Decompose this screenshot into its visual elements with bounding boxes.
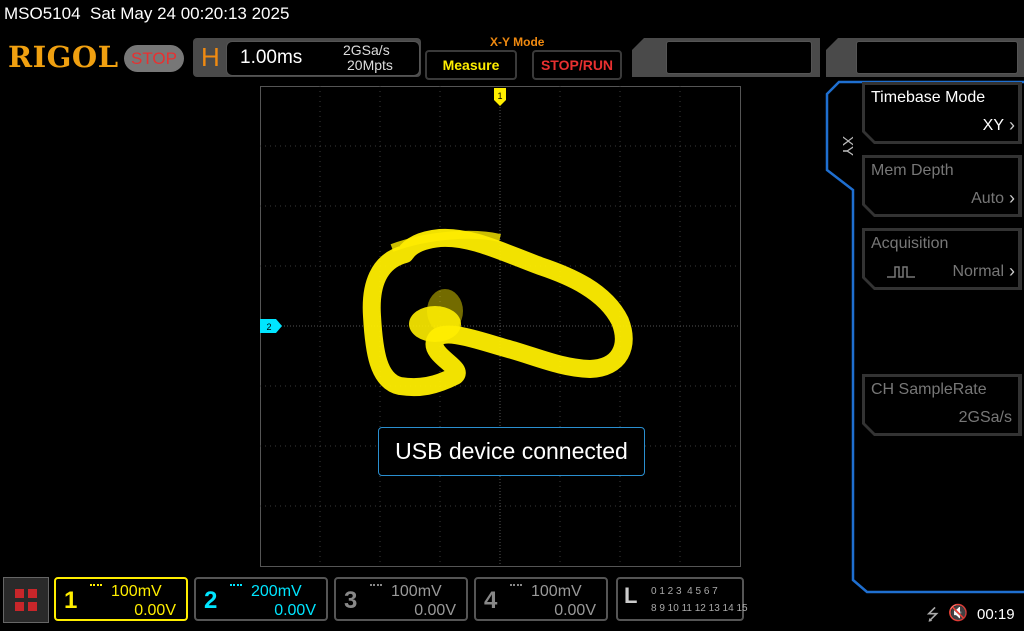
dc-coupling-icon: [370, 584, 382, 592]
trigger-readout-left: [666, 41, 812, 74]
home-menu-button[interactable]: [3, 577, 49, 623]
speaker-mute-icon[interactable]: 🔇: [948, 603, 968, 623]
run-state-badge[interactable]: STOP: [124, 45, 184, 72]
horizontal-label: H: [201, 42, 220, 72]
dc-coupling-icon: [510, 584, 522, 592]
channel-number: 1: [64, 587, 78, 614]
svg-text:2: 2: [266, 322, 271, 332]
chevron-right-icon: ›: [1009, 188, 1015, 208]
normal-acquisition-icon: [887, 265, 915, 279]
menu-item-value: Auto: [971, 190, 1004, 207]
svg-text:1: 1: [497, 91, 502, 101]
menu-item-label: Acquisition: [871, 235, 949, 252]
waveform-graticule[interactable]: 1 2: [260, 86, 741, 567]
clock: 00:19: [977, 606, 1015, 623]
channel-2-box[interactable]: 2 200mV 0.00V: [194, 577, 328, 621]
channel-4-box[interactable]: 4 100mV 0.00V: [474, 577, 608, 621]
trigger-panel-right[interactable]: [826, 38, 1024, 77]
menu-item-value: Normal: [952, 263, 1004, 280]
channel-scale: 100mV: [391, 583, 442, 600]
menu-timebase-mode[interactable]: Timebase Mode XY ›: [862, 82, 1022, 144]
channel-3-box[interactable]: 3 100mV 0.00V: [334, 577, 468, 621]
channel-offset: 0.00V: [554, 602, 596, 619]
trigger-readout-right: [856, 41, 1018, 74]
usb-connected-message: USB device connected: [378, 427, 645, 476]
measure-button[interactable]: Measure: [425, 50, 517, 80]
sample-rate-value: 2GSa/s: [343, 42, 390, 58]
grid-menu-icon: [15, 589, 37, 611]
xy-mode-title: X-Y Mode: [490, 35, 545, 49]
channel-offset: 0.00V: [134, 602, 176, 619]
brand-logo: RIGOL: [8, 40, 119, 74]
channel-1-box[interactable]: 1 100mV 0.00V: [54, 577, 188, 621]
status-line: MSO5104 Sat May 24 00:20:13 2025: [4, 4, 290, 23]
channel-number: 4: [484, 587, 498, 614]
memory-depth-value: 20Mpts: [347, 57, 393, 73]
dc-coupling-icon: [230, 584, 242, 592]
menu-ch-samplerate[interactable]: CH SampleRate 2GSa/s: [862, 374, 1022, 436]
stop-run-button[interactable]: STOP/RUN: [532, 50, 622, 80]
logic-channels-row-2: 8 9 10 11 12 13 14 15: [651, 603, 748, 614]
menu-item-label: Timebase Mode: [871, 89, 986, 106]
channel-number: 2: [204, 587, 218, 614]
dc-coupling-icon: [90, 584, 102, 592]
channel-scale: 100mV: [531, 583, 582, 600]
chevron-right-icon: ›: [1009, 261, 1015, 281]
menu-item-label: CH SampleRate: [871, 381, 987, 398]
timebase-value: 1.00ms: [240, 47, 303, 68]
channel-offset: 0.00V: [274, 602, 316, 619]
menu-title: XY: [839, 136, 856, 157]
trigger-panel-left[interactable]: [632, 38, 820, 77]
logic-analyzer-label: L: [624, 583, 638, 608]
channel-offset: 0.00V: [414, 602, 456, 619]
menu-acquisition[interactable]: Acquisition Normal ›: [862, 228, 1022, 290]
channel-scale: 200mV: [251, 583, 302, 600]
menu-mem-depth[interactable]: Mem Depth Auto ›: [862, 155, 1022, 217]
channel-scale: 100mV: [111, 583, 162, 600]
menu-item-value: 2GSa/s: [958, 409, 1012, 426]
channel-number: 3: [344, 587, 358, 614]
menu-item-value: XY: [982, 117, 1004, 134]
logic-channels-row-1: 0 1 2 3 4 5 6 7: [651, 586, 718, 597]
menu-item-label: Mem Depth: [871, 162, 954, 179]
chevron-right-icon: ›: [1009, 115, 1015, 135]
usb-icon: ⭍: [926, 607, 940, 624]
